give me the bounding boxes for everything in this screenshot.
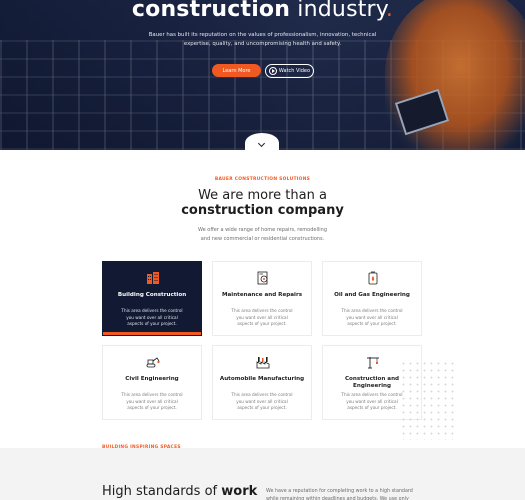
- inspiring-spaces-section: [0, 448, 525, 500]
- services-intro: We offer a wide range of home repairs, r…: [197, 227, 327, 242]
- service-card-desc: This area delivers the control you want …: [121, 308, 183, 326]
- service-card-building-construction[interactable]: Building Construction This area delivers…: [102, 261, 202, 336]
- services-heading: We are more than a construction company: [0, 188, 525, 218]
- crane-icon: [367, 357, 379, 369]
- inspiring-heading-light: High standards of: [102, 484, 222, 499]
- service-card-title: Maintenance and Repairs: [221, 292, 303, 298]
- hero-description: Bauer has built its reputation on the va…: [148, 32, 377, 47]
- service-card-desc: This area delivers the control you want …: [341, 392, 403, 410]
- scroll-down-button[interactable]: [245, 133, 279, 150]
- hero-title-dot: .: [385, 0, 394, 22]
- service-card-title: Automobile Manufacturing: [219, 376, 305, 382]
- factory-icon: [256, 357, 270, 369]
- inspiring-heading-bold: work: [221, 484, 258, 499]
- service-card-maintenance[interactable]: Maintenance and Repairs This area delive…: [212, 261, 312, 336]
- service-card-desc: This area delivers the control you want …: [341, 308, 403, 326]
- building-icon: [147, 272, 159, 284]
- hero-title-rest: industry: [290, 0, 386, 22]
- inspiring-heading: High standards of work: [102, 484, 257, 499]
- service-card-automobile[interactable]: Automobile Manufacturing This area deliv…: [212, 345, 312, 420]
- hero-section: construction industry. Bauer has built i…: [0, 0, 525, 150]
- chevron-down-icon: [257, 139, 266, 148]
- service-card-desc: This area delivers the control you want …: [231, 392, 293, 410]
- inspiring-text: We have a reputation for completing work…: [266, 489, 413, 500]
- service-card-title: Building Construction: [117, 292, 187, 298]
- services-heading-line2: construction company: [181, 203, 344, 218]
- services-eyebrow: BAUER CONSTRUCTION SOLUTIONS: [214, 177, 311, 182]
- maintenance-icon: [257, 271, 268, 285]
- service-card-title: Civil Engineering: [125, 376, 179, 382]
- watch-video-button[interactable]: Watch Video: [265, 64, 314, 78]
- service-card-civil-engineering[interactable]: Civil Engineering This area delivers the…: [102, 345, 202, 420]
- service-card-oil-gas[interactable]: Oil and Gas Engineering This area delive…: [322, 261, 422, 336]
- services-heading-line1: We are more than a: [198, 188, 327, 203]
- decorative-dot-grid: [400, 360, 456, 440]
- service-card-desc: This area delivers the control you want …: [231, 308, 293, 326]
- excavator-icon: [146, 357, 160, 368]
- service-card-title: Oil and Gas Engineering: [334, 292, 410, 298]
- hero-title: construction industry.: [0, 0, 525, 22]
- watch-video-label: Watch Video: [278, 68, 311, 74]
- learn-more-label: Learn More: [222, 67, 251, 74]
- learn-more-button[interactable]: Learn More: [212, 64, 261, 77]
- service-card-desc: This area delivers the control you want …: [121, 392, 183, 410]
- page: construction industry. Bauer has built i…: [0, 0, 525, 500]
- play-icon: [268, 67, 277, 75]
- inspiring-eyebrow: BUILDING INSPIRING SPACES: [102, 445, 181, 450]
- hero-title-bold: construction: [131, 0, 291, 22]
- oil-gas-icon: [368, 271, 378, 285]
